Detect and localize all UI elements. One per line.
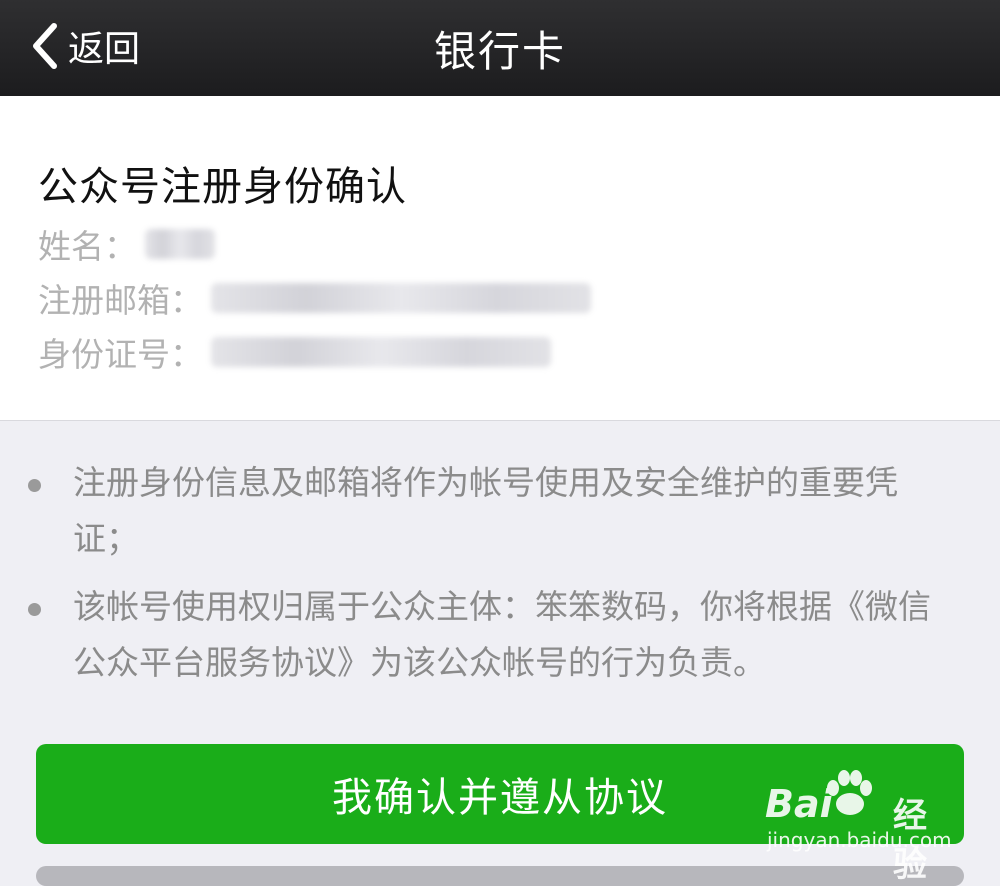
list-item: 注册身份信息及邮箱将作为帐号使用及安全维护的重要凭证； bbox=[28, 455, 958, 567]
card-title: 公众号注册身份确认 bbox=[38, 164, 407, 210]
id-number-value-redacted bbox=[211, 337, 551, 367]
name-field: 姓名： bbox=[38, 220, 215, 268]
baidu-watermark: Bai 经验 jingyan.baidu.com bbox=[765, 770, 955, 885]
bullet-icon bbox=[28, 479, 41, 492]
email-value-redacted bbox=[211, 283, 591, 313]
note-text: 该帐号使用权归属于公众主体：笨笨数码，你将根据《微信公众平台服务协议》为该公众帐… bbox=[73, 587, 931, 682]
name-value-redacted bbox=[145, 229, 215, 259]
page-title: 银行卡 bbox=[433, 27, 566, 76]
nav-bar: 返回 银行卡 bbox=[0, 0, 1000, 96]
paw-icon bbox=[827, 770, 872, 815]
identity-card: 公众号注册身份确认 姓名： 注册邮箱： 身份证号： bbox=[0, 96, 1000, 421]
confirm-button-label: 我确认并遵从协议 bbox=[332, 776, 668, 820]
id-number-label: 身份证号： bbox=[38, 335, 203, 374]
bullet-icon bbox=[28, 603, 41, 616]
id-number-field: 身份证号： bbox=[38, 328, 551, 376]
secondary-button-edge[interactable] bbox=[36, 866, 964, 886]
name-label: 姓名： bbox=[38, 227, 137, 266]
email-field: 注册邮箱： bbox=[38, 274, 591, 322]
note-text: 注册身份信息及邮箱将作为帐号使用及安全维护的重要凭证； bbox=[73, 463, 898, 558]
email-label: 注册邮箱： bbox=[38, 281, 203, 320]
list-item: 该帐号使用权归属于公众主体：笨笨数码，你将根据《微信公众平台服务协议》为该公众帐… bbox=[28, 579, 958, 691]
watermark-url: jingyan.baidu.com bbox=[767, 828, 952, 852]
